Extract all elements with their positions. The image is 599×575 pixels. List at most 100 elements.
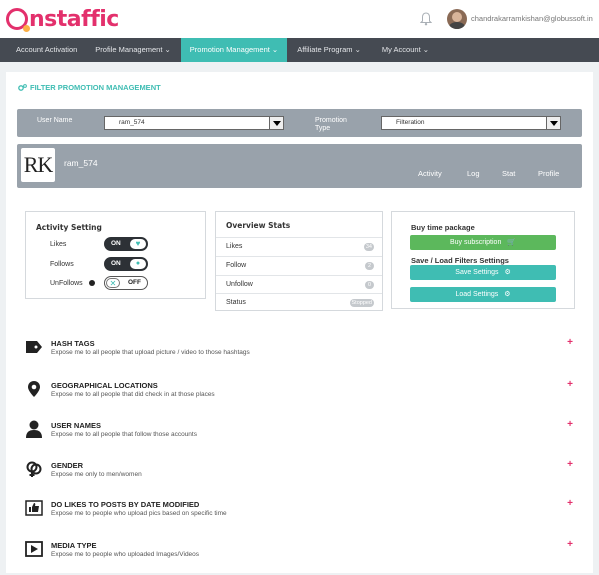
stat-row-status: Status Stopped [216, 293, 382, 312]
feature-title: GEOGRAPHICAL LOCATIONS [51, 381, 158, 390]
tab-stat[interactable]: Stat [502, 169, 515, 178]
chevron-down-icon [546, 117, 560, 129]
stat-status-label: Status [226, 299, 246, 306]
tab-log[interactable]: Log [467, 169, 480, 178]
save-settings-button[interactable]: Save Settings ⚙ [410, 265, 556, 280]
stat-row-follow: Follow 2 [216, 256, 382, 275]
map-pin-icon [24, 379, 44, 399]
likes-label: Likes [50, 241, 67, 248]
feature-hash-tags[interactable]: HASH TAGS Expose me to all people that u… [24, 337, 576, 373]
promotion-type-select-value: Filteration [396, 119, 425, 126]
follows-label: Follows [50, 261, 74, 268]
expand-plus-icon[interactable]: + [567, 459, 573, 470]
stat-row-unfollow: Unfollow 0 [216, 275, 382, 294]
unfollows-toggle[interactable]: ✕ OFF [104, 276, 148, 290]
overview-stats-panel: Overview Stats Likes 34 Follow 2 Unfollo… [215, 211, 383, 311]
stat-likes-badge: 34 [363, 243, 374, 251]
load-settings-label: Load Settings [455, 291, 499, 298]
buy-package-panel: Buy time package Buy subscription 🛒 Save… [391, 211, 575, 309]
expand-plus-icon[interactable]: + [567, 539, 573, 550]
feature-description: Expose me only to men/women [51, 471, 142, 478]
save-load-title: Save / Load Filters Settings [411, 256, 509, 265]
feature-date-modified[interactable]: DO LIKES TO POSTS BY DATE MODIFIED Expos… [24, 498, 576, 534]
gears-icon: ⚙ [504, 269, 511, 276]
follows-toggle-state: ON [111, 260, 121, 267]
user-avatar[interactable] [447, 9, 467, 29]
feature-title: GENDER [51, 461, 84, 470]
top-header: nstaffic chandrakarramkishan@globussoft.… [0, 0, 599, 38]
filter-section-title: FILTER PROMOTION MANAGEMENT [18, 83, 161, 92]
stat-row-likes: Likes 34 [216, 237, 382, 256]
user-email[interactable]: chandrakarramkishan@globussoft.in [471, 14, 593, 23]
stat-unfollow-badge: 0 [365, 281, 374, 289]
expand-plus-icon[interactable]: + [567, 419, 573, 430]
nav-affiliate-program[interactable]: Affiliate Program ⌄ [287, 38, 372, 62]
buy-subscription-label: Buy subscription [449, 239, 502, 246]
nav-account-activation[interactable]: Account Activation [0, 38, 87, 62]
expand-plus-icon[interactable]: + [567, 337, 573, 348]
feature-title: DO LIKES TO POSTS BY DATE MODIFIED [51, 500, 200, 509]
follows-toggle[interactable]: ON ● [104, 257, 148, 271]
stat-unfollow-label: Unfollow [226, 281, 253, 288]
feature-user-names[interactable]: USER NAMES Expose me to all people that … [24, 419, 576, 455]
media-play-icon [24, 539, 44, 559]
feature-geographical-locations[interactable]: GEOGRAPHICAL LOCATIONS Expose me to all … [24, 379, 576, 415]
chevron-down-icon [269, 117, 283, 129]
feature-title: MEDIA TYPE [51, 541, 97, 550]
stat-likes-label: Likes [226, 243, 243, 250]
load-settings-button[interactable]: Load Settings ⚙ [410, 287, 556, 302]
buy-package-title: Buy time package [411, 223, 475, 232]
nav-my-account[interactable]: My Account ⌄ [372, 38, 437, 62]
close-icon: ✕ [106, 278, 120, 288]
feature-title: USER NAMES [51, 421, 102, 430]
gears-icon: ⚙ [504, 291, 511, 298]
instagram-ring-icon [6, 8, 30, 32]
main-nav: Account Activation Profile Management ⌄ … [0, 38, 599, 62]
activity-setting-panel: Activity Setting Likes ON ♥ Follows ON ●… [25, 211, 206, 299]
feature-description: Expose me to people who uploaded Images/… [51, 551, 200, 558]
tab-activity[interactable]: Activity [418, 169, 442, 178]
gender-icon [24, 459, 44, 479]
buy-subscription-button[interactable]: Buy subscription 🛒 [410, 235, 556, 250]
user-name-select[interactable]: ram_574 [104, 116, 284, 130]
promotion-type-label: Promotion Type [315, 117, 347, 132]
logo-text: nstaffic [29, 6, 119, 32]
user-icon: ● [130, 259, 146, 269]
expand-plus-icon[interactable]: + [567, 379, 573, 390]
nav-promotion-management[interactable]: Promotion Management ⌄ [180, 38, 288, 62]
overview-stats-title: Overview Stats [226, 221, 291, 230]
tag-icon [24, 337, 44, 357]
save-settings-label: Save Settings [455, 269, 499, 276]
unfollows-label: UnFollows [50, 280, 83, 287]
stat-follow-badge: 2 [365, 262, 374, 270]
activity-setting-title: Activity Setting [36, 223, 102, 232]
feature-title: HASH TAGS [51, 339, 95, 348]
nav-profile-management[interactable]: Profile Management ⌄ [87, 38, 181, 62]
cart-icon: 🛒 [507, 239, 517, 246]
user-name-label: User Name [37, 117, 73, 124]
likes-toggle-state: ON [111, 240, 121, 247]
promotion-type-select[interactable]: Filteration [381, 116, 561, 130]
like-post-icon [24, 498, 44, 518]
instaffic-logo[interactable]: nstaffic [6, 5, 119, 33]
feature-description: Expose me to all people that did check i… [51, 391, 215, 398]
feature-media-type[interactable]: MEDIA TYPE Expose me to people who uploa… [24, 539, 576, 575]
info-icon [89, 280, 95, 286]
bell-icon[interactable] [420, 12, 432, 26]
feature-description: Expose me to all people that upload pict… [51, 349, 250, 356]
feature-gender[interactable]: GENDER Expose me only to men/women + [24, 459, 576, 495]
stat-follow-label: Follow [226, 262, 247, 269]
profile-name: ram_574 [64, 158, 98, 168]
tab-profile[interactable]: Profile [538, 169, 559, 178]
filter-bar: User Name ram_574 Promotion Type Filtera… [17, 109, 582, 137]
user-name-select-value: ram_574 [119, 119, 145, 126]
heart-icon: ♥ [130, 239, 146, 249]
profile-avatar: RK [21, 148, 55, 182]
filter-title-text: FILTER PROMOTION MANAGEMENT [30, 83, 161, 92]
profile-bar: RK ram_574 Activity Log Stat Profile [17, 144, 582, 188]
likes-toggle[interactable]: ON ♥ [104, 237, 148, 251]
unfollows-toggle-state: OFF [128, 279, 141, 286]
expand-plus-icon[interactable]: + [567, 498, 573, 509]
stat-status-badge: Stopped [349, 299, 374, 307]
gears-icon [18, 83, 27, 91]
